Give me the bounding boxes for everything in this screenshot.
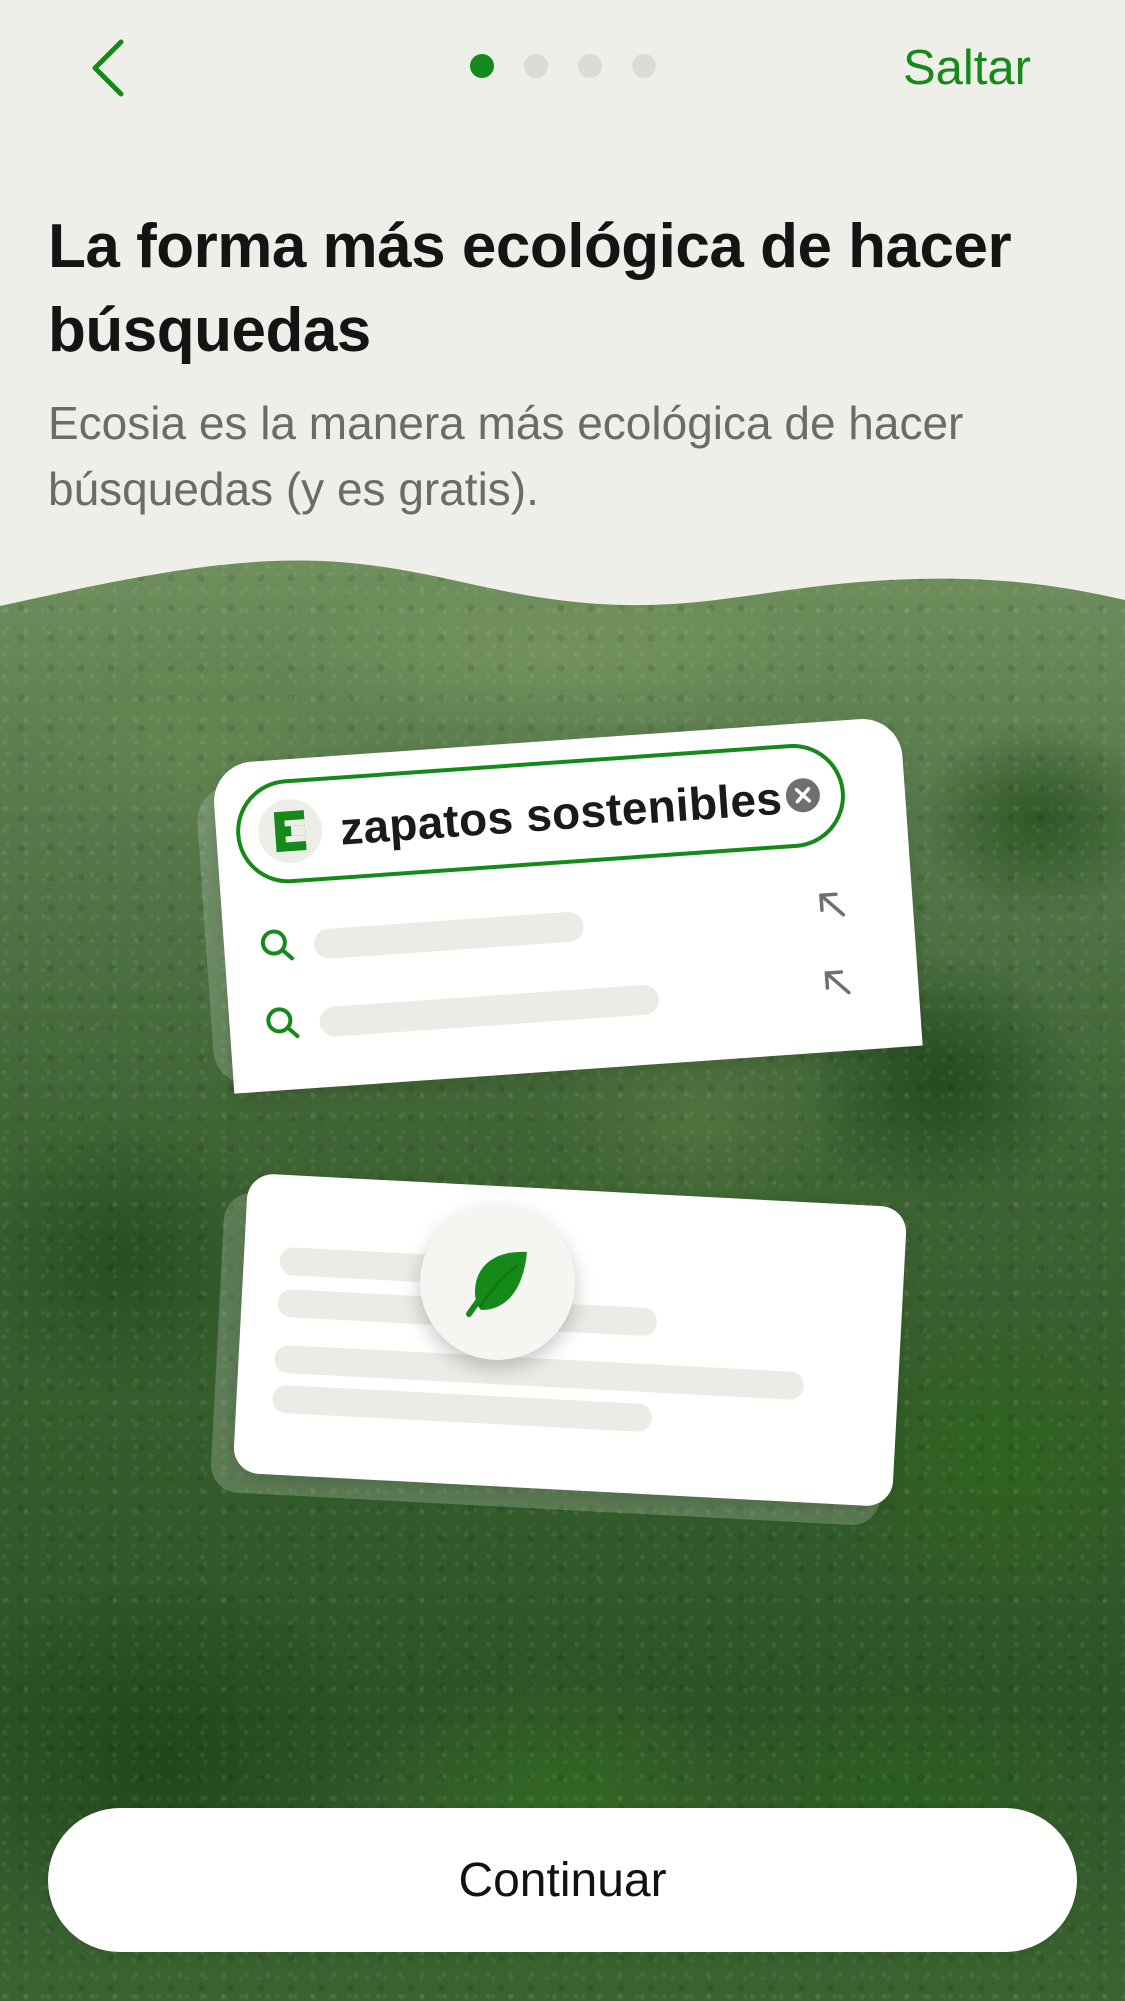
suggestion-row [258,880,860,972]
leaf-icon [465,1251,527,1317]
page-dot [524,54,548,78]
suggestion-row [264,958,866,1050]
result-illustration [209,1172,908,1527]
suggestion-placeholder [318,983,660,1038]
ecosia-logo-icon [256,796,325,866]
search-card: zapatos sostenibles [211,716,923,1094]
page-dot-active [470,54,494,78]
search-query-text: zapatos sostenibles [338,771,784,855]
page-subtitle: Ecosia es la manera más ecológica de hac… [48,397,964,515]
result-placeholder [279,1246,441,1284]
top-nav: Saltar [0,0,1125,140]
search-icon [260,929,295,961]
page-dot [578,54,602,78]
chevron-left-icon [92,39,124,97]
result-card [232,1172,908,1508]
skip-button[interactable]: Saltar [903,38,1031,98]
arrow-up-left-icon [819,892,846,917]
page-indicator [470,54,656,78]
wave-divider [0,540,1125,606]
result-placeholder [271,1384,653,1433]
search-icon [266,1007,300,1039]
continue-button[interactable]: Continuar [48,1808,1077,1952]
suggestion-placeholder [313,910,585,960]
search-field-illustration: zapatos sostenibles [232,740,849,887]
leaf-badge [420,1205,575,1360]
onboarding-screen: Saltar La forma más ecológica de hacer b… [0,0,1125,2001]
search-illustration: zapatos sostenibles [194,716,923,1094]
close-circle-icon [785,778,820,813]
page-dot [632,54,656,78]
back-button[interactable] [72,28,142,108]
arrow-up-left-icon [824,970,851,995]
page-title: La forma más ecológica de hacer búsqueda… [48,212,1012,365]
